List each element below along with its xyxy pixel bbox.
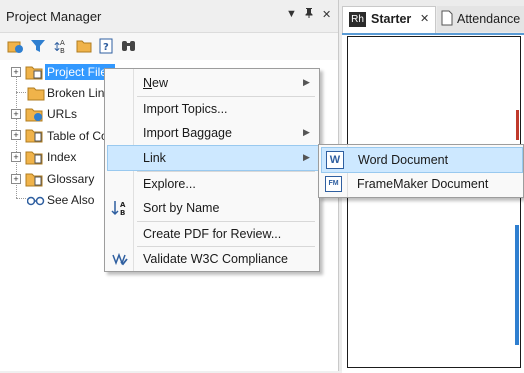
menu-label: Create PDF for Review... [143,227,282,241]
menu-item-link[interactable]: Link ▶ [107,145,319,171]
project-files-folder-icon [25,64,43,80]
page-marker [515,225,519,345]
tree-label: Index [47,150,77,164]
link-submenu: W Word Document FM FrameMaker Document [318,144,524,198]
menu-label: Link [143,151,166,165]
w3c-check-icon [111,251,129,270]
tree-label: Table of Co [47,129,108,143]
expand-toggle[interactable]: + [11,67,21,77]
tab-label: Starter [371,12,412,26]
page-marker [516,110,519,140]
see-also-glasses-icon [26,192,45,206]
svg-text:A: A [120,201,126,209]
tab-label: Attendance [457,12,521,26]
menu-item-create-pdf[interactable]: Create PDF for Review... [105,222,319,246]
new-project-icon[interactable] [7,38,23,54]
menu-item-import-topics[interactable]: Import Topics... [105,97,319,121]
pane-dropdown-button[interactable]: ▼ [286,8,297,20]
menu-label: Explore... [143,177,196,191]
folder-icon[interactable] [76,38,92,54]
expand-toggle[interactable]: + [11,174,21,184]
rh-badge-icon: Rh [349,12,366,27]
menu-item-validate-w3c[interactable]: Validate W3C Compliance [105,247,319,271]
svg-text:B: B [120,209,125,216]
menu-item-import-baggage[interactable]: Import Baggage ▶ [105,121,319,145]
index-folder-icon [25,149,43,165]
menu-item-explore[interactable]: Explore... [105,172,319,196]
expand-toggle[interactable]: + [11,109,21,119]
pane-title: Project Manager [6,9,102,24]
expand-toggle[interactable]: + [11,130,21,140]
framemaker-document-icon: FM [325,176,342,192]
help-topic-icon[interactable]: ? [98,38,114,54]
svg-text:A: A [60,39,65,47]
menu-label: Word Document [358,153,449,167]
toc-folder-icon [25,127,43,143]
urls-folder-icon [25,106,43,122]
word-document-icon: W [326,151,344,169]
expand-toggle[interactable]: + [11,152,21,162]
project-toolbar [0,33,338,60]
filter-icon[interactable] [30,38,46,54]
find-icon[interactable] [121,38,137,54]
menu-label: FrameMaker Document [357,177,489,191]
menu-item-sort-by-name[interactable]: AB Sort by Name [105,196,319,220]
context-menu: New ▶ Import Topics... Import Baggage ▶ … [104,68,320,272]
document-page[interactable] [347,36,521,368]
menu-label: Import Topics... [143,102,228,116]
sort-icon[interactable]: ↕ A B [52,38,68,55]
sort-az-icon: AB [111,200,129,219]
tab-close-button[interactable]: ✕ [420,12,429,25]
pane-close-button[interactable]: ✕ [322,8,331,21]
glossary-folder-icon [25,171,43,187]
menu-item-new[interactable]: New ▶ [105,71,319,95]
pin-icon[interactable] [305,8,313,21]
tab-starter[interactable]: Rh Starter ✕ [342,6,436,33]
broken-link-icon [27,85,45,101]
tree-label: URLs [47,107,78,121]
svg-text:?: ? [103,42,109,53]
menu-label: Import Baggage [143,126,232,140]
submenu-item-framemaker-document[interactable]: FM FrameMaker Document [319,172,523,196]
document-icon [441,10,453,29]
tree-label: See Also [47,193,95,207]
menu-label: Validate W3C Compliance [143,252,288,266]
tab-attendance[interactable]: Attendance [437,6,524,32]
tree-label: Glossary [47,172,95,186]
svg-text:B: B [60,47,65,54]
menu-label: Sort by Name [143,201,220,215]
submenu-item-word-document[interactable]: W Word Document [321,147,523,173]
